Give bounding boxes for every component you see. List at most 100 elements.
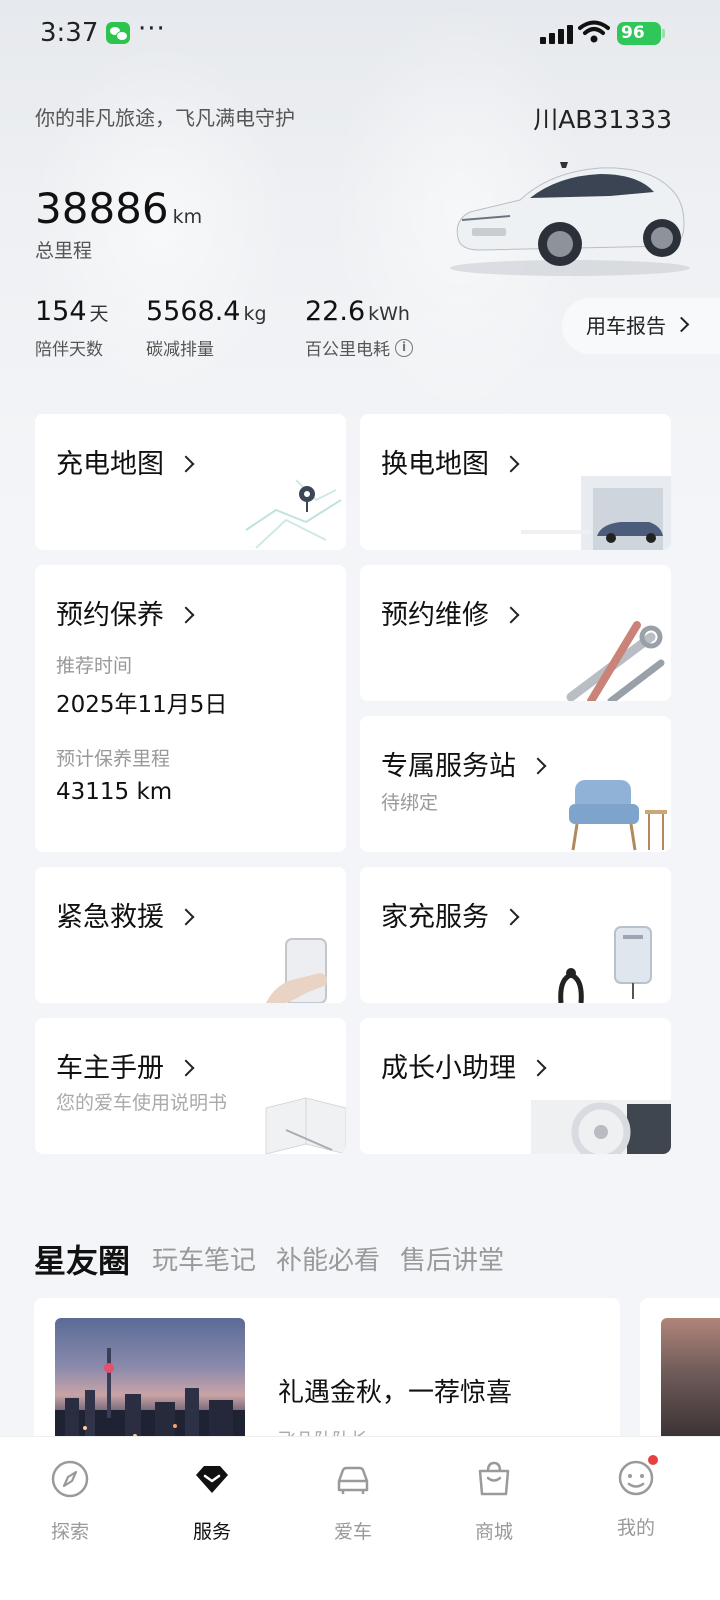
feed-card-next[interactable]: [640, 1298, 720, 1458]
chevron-right-icon: [177, 908, 195, 926]
chevron-right-icon: [177, 455, 195, 473]
chevron-right-icon: [502, 455, 520, 473]
tab-label: 商城: [474, 1521, 513, 1543]
card-title: 家充服务: [381, 902, 489, 933]
compass-icon: [51, 1460, 89, 1498]
feed-card[interactable]: 礼遇金秋，一荐惊喜 飞凡队队长: [34, 1298, 620, 1458]
service-station-status: 待绑定: [381, 792, 439, 814]
swap-station-icon: [521, 476, 671, 550]
wechat-icon: [106, 22, 130, 44]
card-title: 专属服务站: [381, 751, 516, 782]
card-title: 紧急救援: [56, 902, 164, 933]
card-title-row: 预约保养: [56, 593, 195, 632]
mileage-unit: km: [172, 206, 203, 228]
owner-manual-card[interactable]: 车主手册 您的爱车使用说明书: [35, 1018, 346, 1154]
bag-icon: [478, 1461, 510, 1496]
profile-icon-wrap: [616, 1455, 658, 1499]
growth-assistant-card[interactable]: 成长小助理: [360, 1018, 671, 1154]
total-mileage: 38886 km: [35, 184, 202, 233]
info-icon[interactable]: i: [395, 338, 413, 357]
steering-wheel-icon: [531, 1100, 671, 1154]
community-title: 星友圈: [34, 1242, 131, 1280]
more-notifications-icon: ···: [138, 14, 166, 44]
card-title: 车主手册: [56, 1053, 164, 1084]
tab-label: 爱车: [333, 1521, 372, 1543]
tab-my-car[interactable]: 爱车: [303, 1459, 403, 1544]
map-pin-icon: [245, 479, 342, 549]
tab-label: 探索: [50, 1521, 89, 1543]
usage-report-label: 用车报告: [586, 314, 666, 338]
chevron-right-icon: [529, 757, 547, 775]
recommend-time-value: 2025年11月5日: [56, 692, 228, 718]
maintenance-card[interactable]: 预约保养 推荐时间 2025年11月5日 预计保养里程 43115 km: [35, 565, 346, 852]
stat-carbon-reduction: 5568.4 kg 碳减排量: [146, 296, 267, 360]
charger-icon: [558, 926, 652, 1003]
emergency-rescue-card[interactable]: 紧急救援: [35, 867, 346, 1003]
notification-dot: [648, 1455, 658, 1465]
card-title-row: 充电地图: [56, 442, 195, 481]
stat-label: 碳减排量: [146, 340, 214, 360]
stat-unit: kWh: [368, 303, 410, 325]
card-title-row: 预约维修: [381, 593, 520, 632]
card-title: 换电地图: [381, 449, 489, 480]
charge-map-card[interactable]: 充电地图: [35, 414, 346, 550]
book-icon: [265, 1097, 346, 1154]
stat-value: 22.6: [305, 296, 366, 327]
wifi-icon: [578, 20, 610, 43]
home-charging-card[interactable]: 家充服务: [360, 867, 671, 1003]
status-time: 3:37: [40, 18, 99, 48]
chevron-right-icon: [673, 316, 690, 333]
stat-energy-consumption: 22.6 kWh 百公里电耗 i: [305, 296, 413, 360]
tab-label: 我的: [616, 1517, 655, 1539]
community-tab-charging[interactable]: 补能必看: [276, 1240, 380, 1277]
card-title-row: 换电地图: [381, 442, 520, 481]
phone-hand-icon: [266, 938, 328, 1003]
stat-label: 百公里电耗: [305, 340, 390, 360]
battery-level: 96: [621, 23, 645, 43]
chevron-right-icon: [502, 606, 520, 624]
tab-explore[interactable]: 探索: [20, 1459, 120, 1544]
slogan-text: 你的非凡旅途，飞凡满电守护: [35, 106, 295, 130]
chevron-right-icon: [502, 908, 520, 926]
usage-report-button[interactable]: 用车报告: [562, 298, 720, 354]
status-bar: 3:37 ··· 96: [0, 0, 720, 66]
stat-label: 陪伴天数: [35, 340, 103, 360]
stat-unit: 天: [89, 303, 109, 325]
tab-store[interactable]: 商城: [444, 1459, 544, 1544]
owner-manual-subtitle: 您的爱车使用说明书: [56, 1092, 228, 1114]
stat-value: 5568.4: [146, 296, 241, 327]
signal-icon: [540, 24, 574, 44]
maintenance-mileage-label: 预计保养里程: [56, 748, 171, 770]
stat-unit: kg: [243, 303, 267, 325]
profile-icon: [618, 1460, 654, 1496]
card-title: 预约维修: [381, 600, 489, 631]
card-title-row: 家充服务: [381, 895, 520, 934]
swap-map-card[interactable]: 换电地图: [360, 414, 671, 550]
mileage-label: 总里程: [35, 240, 93, 262]
community-tab-notes[interactable]: 玩车笔记: [152, 1240, 256, 1277]
car-image: [450, 162, 690, 276]
maintenance-mileage-value: 43115 km: [56, 779, 173, 805]
tab-profile[interactable]: 我的: [586, 1455, 686, 1540]
stat-label-row: 百公里电耗 i: [305, 335, 413, 360]
battery-indicator: 96: [617, 22, 665, 45]
mileage-value: 38886: [35, 184, 169, 233]
tab-service[interactable]: 服务: [162, 1459, 262, 1544]
recommend-time-label: 推荐时间: [56, 655, 133, 677]
diamond-icon: [196, 1466, 228, 1493]
car-icon: [337, 1466, 369, 1494]
wrench-icon: [566, 621, 665, 701]
card-title: 成长小助理: [381, 1053, 516, 1084]
chevron-right-icon: [529, 1059, 547, 1077]
tab-label: 服务: [192, 1521, 231, 1543]
card-title: 预约保养: [56, 600, 164, 631]
repair-card[interactable]: 预约维修: [360, 565, 671, 701]
card-title-row: 紧急救援: [56, 895, 195, 934]
card-title: 充电地图: [56, 449, 164, 480]
chevron-right-icon: [177, 1059, 195, 1077]
stat-value: 154: [35, 296, 87, 327]
service-station-card[interactable]: 专属服务站 待绑定: [360, 716, 671, 852]
chevron-right-icon: [177, 606, 195, 624]
community-tab-aftersales[interactable]: 售后讲堂: [400, 1240, 504, 1277]
bottom-tab-bar: 探索 服务 爱车 商城 我的: [0, 1436, 720, 1600]
